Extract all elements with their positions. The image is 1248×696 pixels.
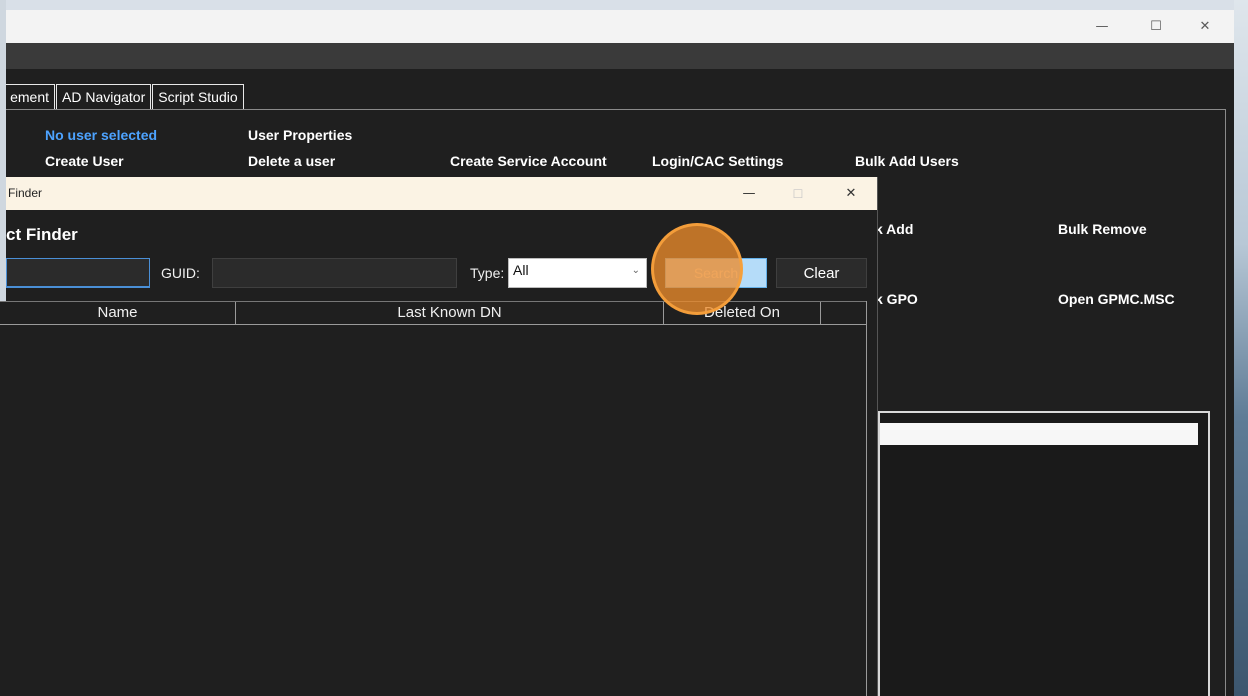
chevron-down-icon: ⌄ xyxy=(631,265,640,276)
guid-label: GUID: xyxy=(161,265,200,281)
column-header-name[interactable]: Name xyxy=(0,302,236,325)
background-list-box[interactable] xyxy=(878,411,1210,696)
grid-header: Name Last Known DN Deleted On xyxy=(0,301,866,325)
desktop-wallpaper xyxy=(1234,0,1248,696)
minimize-icon[interactable]: — xyxy=(1079,10,1125,43)
type-select[interactable]: All ⌄ xyxy=(508,258,647,288)
tab-script-studio[interactable]: Script Studio xyxy=(152,84,244,110)
user-properties-button[interactable]: User Properties xyxy=(248,127,352,143)
maximize-icon: ☐ xyxy=(792,186,804,201)
menu-strip xyxy=(6,43,1234,69)
bulk-add-users-button[interactable]: Bulk Add Users xyxy=(855,153,959,169)
finder-title-bar: Finder — ☐ ✕ xyxy=(6,177,877,210)
delete-user-button[interactable]: Delete a user xyxy=(248,153,335,169)
create-user-button[interactable]: Create User xyxy=(45,153,124,169)
desktop-background xyxy=(0,0,1248,10)
name-search-input[interactable] xyxy=(6,258,150,288)
type-label: Type: xyxy=(470,265,505,281)
results-grid[interactable]: Name Last Known DN Deleted On xyxy=(0,301,867,696)
column-header-last-known-dn[interactable]: Last Known DN xyxy=(236,302,664,325)
type-select-value: All xyxy=(513,262,529,278)
close-icon[interactable]: ✕ xyxy=(1182,10,1228,43)
bulk-gpo-button[interactable]: k GPO xyxy=(875,291,918,307)
clear-button[interactable]: Clear xyxy=(776,258,867,288)
tab-user-management[interactable]: ement xyxy=(6,84,55,110)
bulk-add-button[interactable]: k Add xyxy=(875,221,913,237)
background-list-header xyxy=(880,423,1198,445)
login-cac-settings-button[interactable]: Login/CAC Settings xyxy=(652,153,783,169)
open-gpmc-button[interactable]: Open GPMC.MSC xyxy=(1058,291,1175,307)
title-bar: — ☐ ✕ xyxy=(6,10,1234,43)
guid-input[interactable] xyxy=(212,258,457,288)
finder-window-title: Finder xyxy=(8,186,43,200)
column-header-deleted-on[interactable]: Deleted On xyxy=(664,302,821,325)
close-icon[interactable]: ✕ xyxy=(828,177,874,210)
create-service-account-button[interactable]: Create Service Account xyxy=(450,153,607,169)
minimize-icon[interactable]: — xyxy=(726,177,772,210)
bulk-remove-button[interactable]: Bulk Remove xyxy=(1058,221,1147,237)
maximize-icon[interactable]: ☐ xyxy=(1133,10,1179,43)
finder-heading: ct Finder xyxy=(6,225,78,244)
selected-user-status: No user selected xyxy=(45,127,158,143)
search-button[interactable]: Search xyxy=(665,258,767,288)
tab-ad-navigator[interactable]: AD Navigator xyxy=(56,84,152,110)
tab-strip: ement AD Navigator Script Studio xyxy=(6,84,245,110)
